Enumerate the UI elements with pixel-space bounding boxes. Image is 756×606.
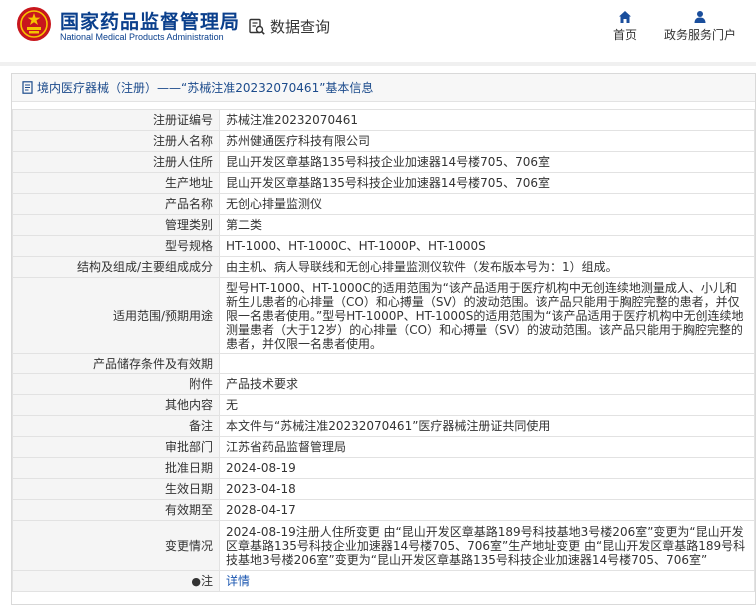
note-label: ●注 [12, 570, 220, 592]
field-value: 2024-08-19 [219, 457, 755, 479]
table-row: 批准日期 2024-08-19 [12, 457, 755, 479]
table-row: 注册人住所 昆山开发区章基路135号科技企业加速器14号楼705、706室 [12, 151, 755, 173]
field-value: 产品技术要求 [219, 373, 755, 395]
field-value: 无 [219, 394, 755, 416]
home-icon [619, 11, 631, 23]
nav-home[interactable]: 首页 [608, 10, 642, 43]
basic-info-panel: 境内医疗器械（注册）——“苏械注准20232070461”基本信息 注册证编号 … [11, 73, 756, 605]
field-label: 型号规格 [12, 235, 220, 257]
table-row: 注册人名称 苏州健通医疗科技有限公司 [12, 130, 755, 152]
field-value: HT-1000、HT-1000C、HT-1000P、HT-1000S [219, 235, 755, 257]
bullet-icon: ● [191, 574, 201, 588]
national-emblem-icon [17, 7, 51, 41]
note-row: ●注 详情 [12, 570, 755, 592]
table-row: 审批部门 江苏省药品监督管理局 [12, 436, 755, 458]
field-label: 结构及组成/主要组成成分 [12, 256, 220, 278]
field-value: 由主机、病人导联线和无创心排量监测仪软件（发布版本号为：1）组成。 [219, 256, 755, 278]
field-value: 苏州健通医疗科技有限公司 [219, 130, 755, 152]
table-row: 管理类别 第二类 [12, 214, 755, 236]
table-row: 有效期至 2028-04-17 [12, 499, 755, 521]
field-value: 第二类 [219, 214, 755, 236]
table-row: 生产地址 昆山开发区章基路135号科技企业加速器14号楼705、706室 [12, 172, 755, 194]
table-row: 其他内容 无 [12, 394, 755, 416]
table-row: 变更情况 2024-08-19注册人住所变更 由“昆山开发区章基路189号科技基… [12, 520, 755, 571]
field-value [219, 353, 755, 374]
field-value: 2023-04-18 [219, 478, 755, 500]
panel-title: 境内医疗器械（注册）——“苏械注准20232070461”基本信息 [37, 81, 374, 95]
field-label: 审批部门 [12, 436, 220, 458]
field-label: 生产地址 [12, 172, 220, 194]
table-row: 备注 本文件与“苏械注准20232070461”医疗器械注册证共同使用 [12, 415, 755, 437]
field-label: 批准日期 [12, 457, 220, 479]
details-link[interactable]: 详情 [226, 574, 250, 588]
field-label: 其他内容 [12, 394, 220, 416]
data-query-link[interactable]: 数据查询 [248, 16, 330, 37]
field-label: 变更情况 [12, 520, 220, 571]
field-label: 生效日期 [12, 478, 220, 500]
field-label: 有效期至 [12, 499, 220, 521]
table-row: 注册证编号 苏械注准20232070461 [12, 109, 755, 131]
table-row: 型号规格 HT-1000、HT-1000C、HT-1000P、HT-1000S [12, 235, 755, 257]
panel-title-bar: 境内医疗器械（注册）——“苏械注准20232070461”基本信息 [12, 74, 755, 102]
user-icon [694, 11, 706, 23]
document-icon [22, 81, 33, 94]
table-row: 附件 产品技术要求 [12, 373, 755, 395]
data-query-label: 数据查询 [270, 18, 331, 36]
document-search-icon [249, 18, 265, 35]
field-label: 适用范围/预期用途 [12, 277, 220, 354]
note-value: 详情 [219, 570, 755, 592]
field-value: 江苏省药品监督管理局 [219, 436, 755, 458]
field-value: 无创心排量监测仪 [219, 193, 755, 215]
field-value: 昆山开发区章基路135号科技企业加速器14号楼705、706室 [219, 151, 755, 173]
org-name-en: National Medical Products Administration [60, 32, 224, 42]
field-value: 2028-04-17 [219, 499, 755, 521]
field-value: 昆山开发区章基路135号科技企业加速器14号楼705、706室 [219, 172, 755, 194]
table-row: 产品名称 无创心排量监测仪 [12, 193, 755, 215]
field-label: 附件 [12, 373, 220, 395]
header-divider [0, 62, 756, 66]
field-label: 产品名称 [12, 193, 220, 215]
table-row: 适用范围/预期用途 型号HT-1000、HT-1000C的适用范围为“该产品适用… [12, 277, 755, 354]
table-row: 产品储存条件及有效期 [12, 353, 755, 374]
field-value: 苏械注准20232070461 [219, 109, 755, 131]
field-label: 注册人住所 [12, 151, 220, 173]
nav-gov-service-label: 政务服务门户 [663, 28, 736, 42]
field-label: 注册证编号 [12, 109, 220, 131]
nav-gov-service-portal[interactable]: 政务服务门户 [662, 10, 738, 43]
field-label: 注册人名称 [12, 130, 220, 152]
table-row: 生效日期 2023-04-18 [12, 478, 755, 500]
field-value: 2024-08-19注册人住所变更 由“昆山开发区章基路189号科技基地3号楼2… [219, 520, 755, 571]
nav-home-label: 首页 [612, 28, 637, 42]
field-label: 备注 [12, 415, 220, 437]
site-header: 国家药品监督管理局 National Medical Products Admi… [0, 0, 756, 58]
field-label: 产品储存条件及有效期 [12, 353, 220, 374]
field-label: 管理类别 [12, 214, 220, 236]
registration-info-table: 注册证编号 苏械注准20232070461 注册人名称 苏州健通医疗科技有限公司… [12, 109, 755, 592]
note-key: 注 [200, 573, 213, 588]
field-value: 型号HT-1000、HT-1000C的适用范围为“该产品适用于医疗机构中无创连续… [219, 277, 755, 354]
table-row: 结构及组成/主要组成成分 由主机、病人导联线和无创心排量监测仪软件（发布版本号为… [12, 256, 755, 278]
field-value: 本文件与“苏械注准20232070461”医疗器械注册证共同使用 [219, 415, 755, 437]
org-name-cn: 国家药品监督管理局 [60, 11, 241, 33]
